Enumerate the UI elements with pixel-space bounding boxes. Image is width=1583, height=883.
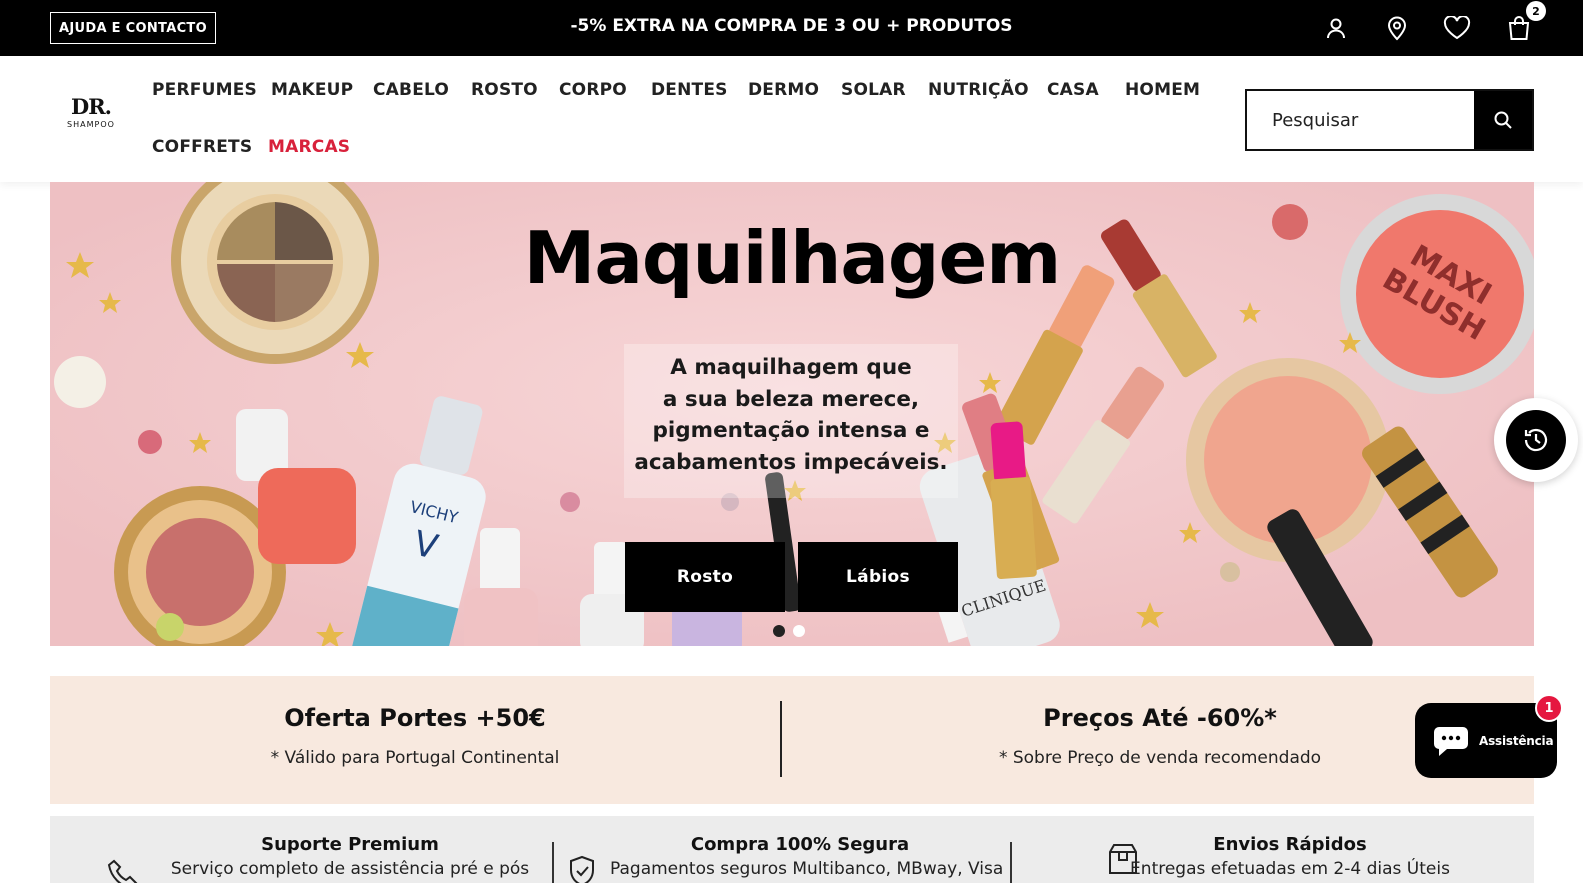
heart-icon[interactable] bbox=[1443, 14, 1471, 42]
nav-item-solar[interactable]: SOLAR bbox=[841, 80, 906, 100]
search-icon bbox=[1494, 111, 1512, 129]
hero-description: A maquilhagem que a sua beleza merece, p… bbox=[624, 344, 958, 498]
nav-item-dentes[interactable]: DENTES bbox=[651, 80, 728, 100]
cart-count-badge: 2 bbox=[1526, 1, 1546, 21]
search-input[interactable] bbox=[1247, 91, 1476, 149]
nav-item-corpo[interactable]: CORPO bbox=[559, 80, 627, 100]
nav-item-homem[interactable]: HOMEM bbox=[1125, 80, 1200, 100]
nav-item-cabelo[interactable]: CABELO bbox=[373, 80, 449, 100]
feature-text: Entregas efetuadas em 2-4 dias Úteis bbox=[1130, 859, 1450, 879]
offer-subtitle: * Válido para Portugal Continental bbox=[270, 748, 560, 768]
nav-item-nutricao[interactable]: NUTRIÇÃO bbox=[928, 80, 1029, 100]
slide-dot-1[interactable] bbox=[773, 625, 785, 637]
main-header: DR. SHAMPOO PERFUMES MAKEUP CABELO ROSTO… bbox=[0, 56, 1583, 182]
hero-text-line: pigmentação intensa e bbox=[652, 418, 930, 443]
offer-title: Oferta Portes +50€ bbox=[284, 704, 546, 732]
location-pin-icon[interactable] bbox=[1383, 14, 1411, 42]
feature-title: Envios Rápidos bbox=[1213, 834, 1367, 855]
offers-strip: Oferta Portes +50€ * Válido para Portuga… bbox=[50, 676, 1534, 804]
nav-item-marcas[interactable]: MARCAS bbox=[268, 137, 350, 157]
hero-banner: VICHY V CLINIQUE MAXI BLUSH Maquilhagem … bbox=[50, 182, 1534, 646]
nav-item-makeup[interactable]: MAKEUP bbox=[271, 80, 353, 100]
feature-title: Compra 100% Segura bbox=[690, 834, 910, 855]
feature-title: Suporte Premium bbox=[261, 834, 439, 855]
features-strip: Suporte Premium Serviço completo de assi… bbox=[50, 816, 1534, 883]
offer-divider bbox=[780, 701, 782, 777]
nav-item-perfumes[interactable]: PERFUMES bbox=[152, 80, 257, 100]
chat-bubble-icon bbox=[1434, 726, 1468, 756]
announcement-bar: AJUDA E CONTACTO -5% EXTRA NA COMPRA DE … bbox=[0, 0, 1583, 56]
feature-text: Serviço completo de assistência pré e pó… bbox=[170, 859, 530, 879]
nav-item-coffrets[interactable]: COFFRETS bbox=[152, 137, 252, 157]
phone-icon bbox=[107, 859, 138, 883]
logo-main-text: DR. bbox=[71, 94, 112, 119]
logo[interactable]: DR. SHAMPOO bbox=[62, 94, 120, 130]
history-icon bbox=[1524, 428, 1548, 452]
shield-check-icon bbox=[570, 855, 594, 883]
search-button[interactable] bbox=[1474, 91, 1532, 149]
hero-text-line: a sua beleza merece, bbox=[662, 386, 920, 412]
chat-notification-badge: 1 bbox=[1535, 694, 1563, 722]
recently-viewed-button[interactable] bbox=[1494, 398, 1578, 482]
feature-text: Pagamentos seguros Multibanco, MBway, Vi… bbox=[610, 859, 1004, 879]
hero-button-rosto[interactable]: Rosto bbox=[625, 542, 785, 612]
nav-item-dermo[interactable]: DERMO bbox=[748, 80, 819, 100]
hero-button-labios[interactable]: Lábios bbox=[798, 542, 958, 612]
slide-dot-2[interactable] bbox=[793, 625, 805, 637]
hero-text-line: A maquilhagem que bbox=[670, 355, 912, 380]
hero-title: Maquilhagem bbox=[523, 216, 1062, 300]
chat-label: Assistência bbox=[1479, 733, 1554, 748]
hero-text-line: acabamentos impecáveis. bbox=[634, 449, 948, 475]
nav-item-rosto[interactable]: ROSTO bbox=[471, 80, 538, 100]
nav-item-casa[interactable]: CASA bbox=[1047, 80, 1099, 100]
feature-divider bbox=[552, 842, 554, 883]
search-box bbox=[1245, 89, 1534, 151]
feature-divider bbox=[1010, 842, 1012, 883]
user-icon[interactable] bbox=[1322, 14, 1350, 42]
logo-sub-text: SHAMPOO bbox=[67, 120, 115, 129]
